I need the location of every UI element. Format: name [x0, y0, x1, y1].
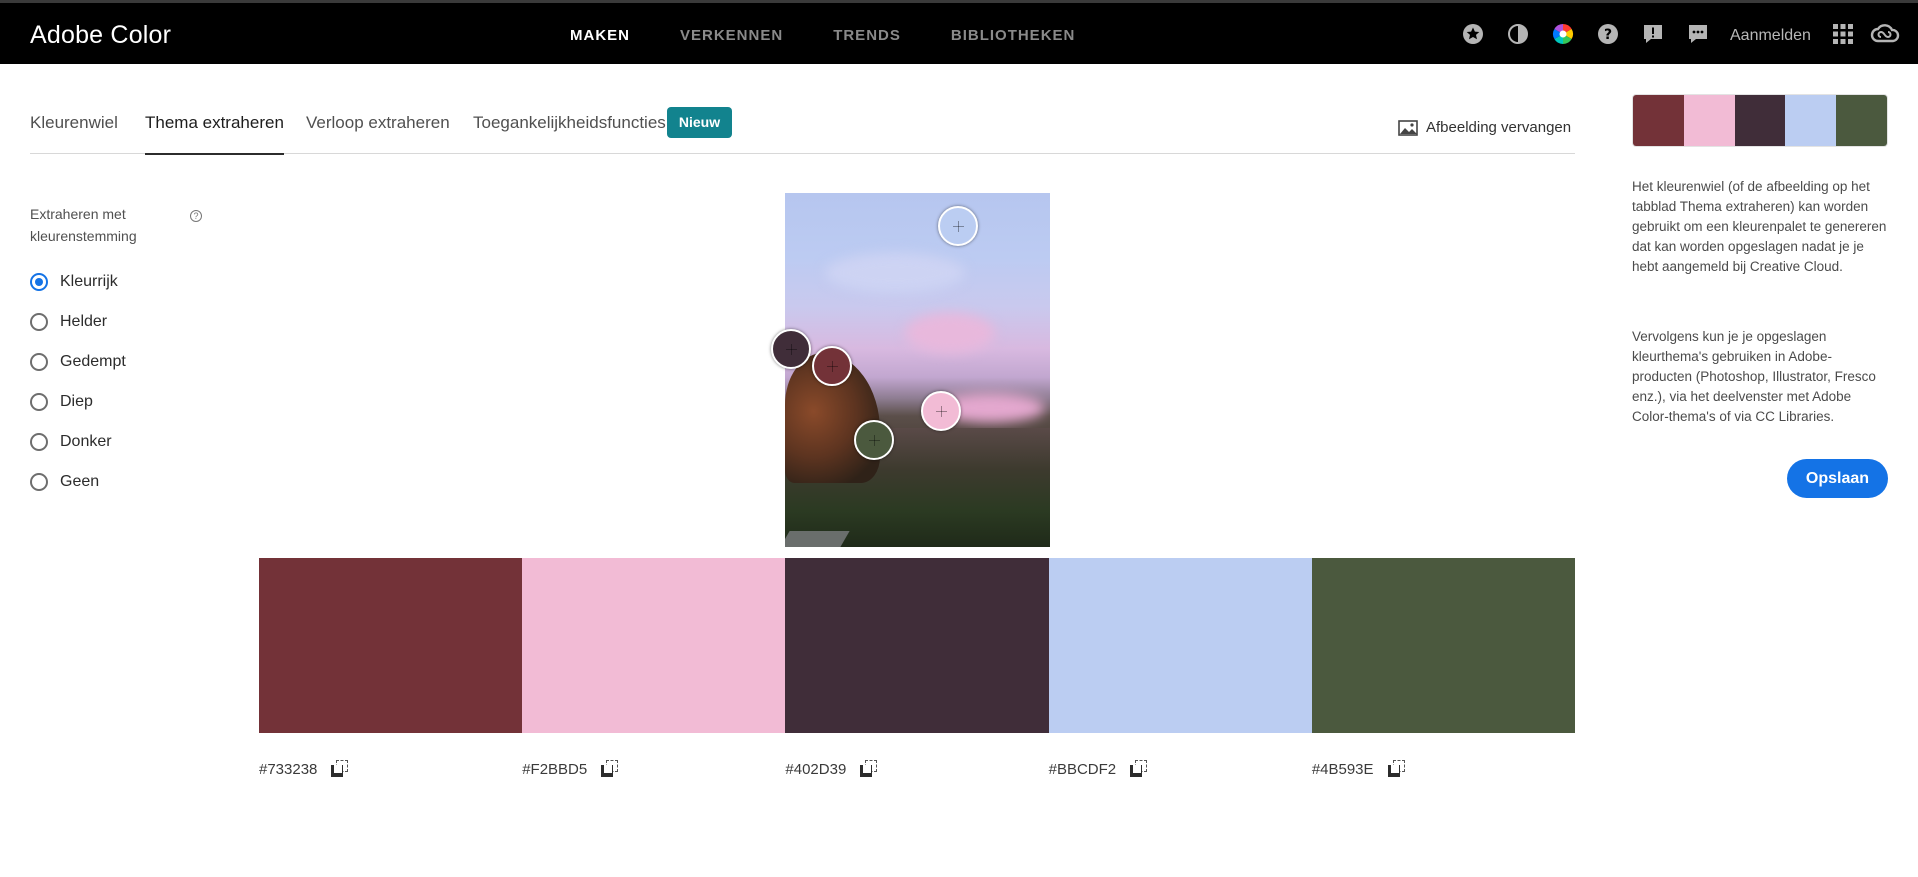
hex-value[interactable]: #BBCDF2: [1049, 761, 1117, 778]
copy-icon[interactable]: [1387, 760, 1406, 778]
mood-title: Extraheren met kleurenstemming: [30, 206, 137, 244]
preview-swatch: [1836, 95, 1887, 146]
image-icon: [1398, 119, 1418, 136]
hex-cell: #F2BBD5: [522, 760, 785, 778]
info-paragraph-1: Het kleurenwiel (of de afbeelding op het…: [1632, 179, 1887, 274]
color-picker-handle[interactable]: [771, 329, 811, 369]
mood-option-diep[interactable]: Diep: [30, 393, 93, 411]
main-nav: MAKEN VERKENNEN TRENDS BIBLIOTHEKEN: [570, 27, 1125, 44]
mood-option-label: Donker: [60, 433, 112, 450]
hex-values: #733238 #F2BBD5 #402D39 #BBCDF2 #4B593E: [259, 760, 1575, 778]
copy-icon[interactable]: [1130, 760, 1148, 778]
image-cloud: [825, 253, 965, 293]
feedback-icon[interactable]: [1642, 23, 1664, 45]
preview-swatch: [1785, 95, 1837, 146]
info-paragraph-2: Vervolgens kun je je opgeslagen kleurthe…: [1632, 329, 1876, 424]
radio-button[interactable]: [30, 473, 48, 491]
mood-option-donker[interactable]: Donker: [30, 433, 112, 451]
mood-option-label: Geen: [60, 473, 100, 490]
color-swatch[interactable]: [785, 558, 1049, 733]
mood-option-label: Helder: [60, 313, 108, 330]
nav-maken[interactable]: MAKEN: [570, 27, 630, 44]
hex-cell: #402D39: [785, 760, 1048, 778]
creative-cloud-icon[interactable]: [1870, 23, 1900, 45]
image-path: [785, 531, 850, 547]
apps-grid-icon[interactable]: [1832, 23, 1854, 45]
color-swatch[interactable]: [522, 558, 786, 733]
mode-tabs: Kleurenwiel Thema extraheren Verloop ext…: [30, 107, 1575, 155]
hex-value[interactable]: #402D39: [785, 761, 846, 778]
color-picker-handle[interactable]: [938, 206, 978, 246]
preview-swatch: [1633, 95, 1684, 146]
color-picker-handle[interactable]: [921, 391, 961, 431]
new-badge: Nieuw: [667, 107, 732, 138]
radio-button[interactable]: [30, 393, 48, 411]
copy-icon[interactable]: [331, 760, 349, 778]
radio-button[interactable]: [30, 353, 48, 371]
mood-option-label: Gedempt: [60, 353, 126, 370]
hex-value[interactable]: #F2BBD5: [522, 761, 587, 778]
theme-swatches: [259, 558, 1576, 733]
radio-button[interactable]: [30, 273, 48, 291]
tab-toegankelijkheidsfuncties[interactable]: Toegankelijkheidsfuncties: [473, 113, 666, 155]
mood-option-helder[interactable]: Helder: [30, 313, 107, 331]
mood-option-label: Diep: [60, 393, 93, 410]
mood-option-label: Kleurrijk: [60, 273, 118, 290]
theme-preview: [1632, 94, 1888, 147]
tab-verloop-extraheren[interactable]: Verloop extraheren: [306, 113, 450, 155]
mood-option-gedempt[interactable]: Gedempt: [30, 353, 126, 371]
preview-swatch: [1683, 95, 1735, 146]
hex-value[interactable]: #4B593E: [1312, 761, 1374, 778]
radio-button[interactable]: [30, 433, 48, 451]
replace-image-label: Afbeelding vervangen: [1426, 119, 1572, 136]
help-icon[interactable]: ?: [1597, 23, 1619, 45]
image-cloud: [905, 313, 995, 353]
mood-option-kleurrijk[interactable]: Kleurrijk: [30, 273, 118, 291]
color-swatch[interactable]: [259, 558, 523, 733]
copy-icon[interactable]: [860, 760, 878, 778]
nav-bibliotheken[interactable]: BIBLIOTHEKEN: [951, 27, 1076, 44]
app-logo[interactable]: Adobe Color: [30, 21, 171, 50]
hex-cell: #BBCDF2: [1049, 760, 1312, 778]
preview-swatch: [1734, 95, 1786, 146]
copy-icon[interactable]: [601, 760, 619, 778]
hex-cell: #4B593E: [1312, 760, 1575, 778]
radio-button[interactable]: [30, 313, 48, 331]
color-picker-handle[interactable]: [812, 346, 852, 386]
help-icon[interactable]: ?: [190, 210, 202, 222]
hex-value[interactable]: #733238: [259, 761, 317, 778]
top-bar: Adobe Color MAKEN VERKENNEN TRENDS BIBLI…: [0, 0, 1918, 64]
signin-link[interactable]: Aanmelden: [1730, 27, 1811, 45]
nav-verkennen[interactable]: VERKENNEN: [680, 27, 783, 44]
mood-option-geen[interactable]: Geen: [30, 473, 99, 491]
tab-kleurenwiel[interactable]: Kleurenwiel: [30, 113, 118, 155]
nav-trends[interactable]: TRENDS: [833, 27, 901, 44]
tab-thema-extraheren[interactable]: Thema extraheren: [145, 113, 284, 155]
replace-image-button[interactable]: Afbeelding vervangen: [1398, 119, 1571, 136]
contrast-icon[interactable]: [1507, 23, 1529, 45]
comments-icon[interactable]: [1687, 23, 1709, 45]
color-wheel-icon[interactable]: [1552, 23, 1574, 45]
save-button[interactable]: Opslaan: [1787, 459, 1888, 498]
star-icon[interactable]: [1462, 23, 1484, 45]
color-swatch[interactable]: [1311, 558, 1576, 733]
color-swatch[interactable]: [1048, 558, 1312, 733]
svg-text:?: ?: [1604, 27, 1612, 43]
color-picker-handle[interactable]: [854, 420, 894, 460]
hex-cell: #733238: [259, 760, 522, 778]
